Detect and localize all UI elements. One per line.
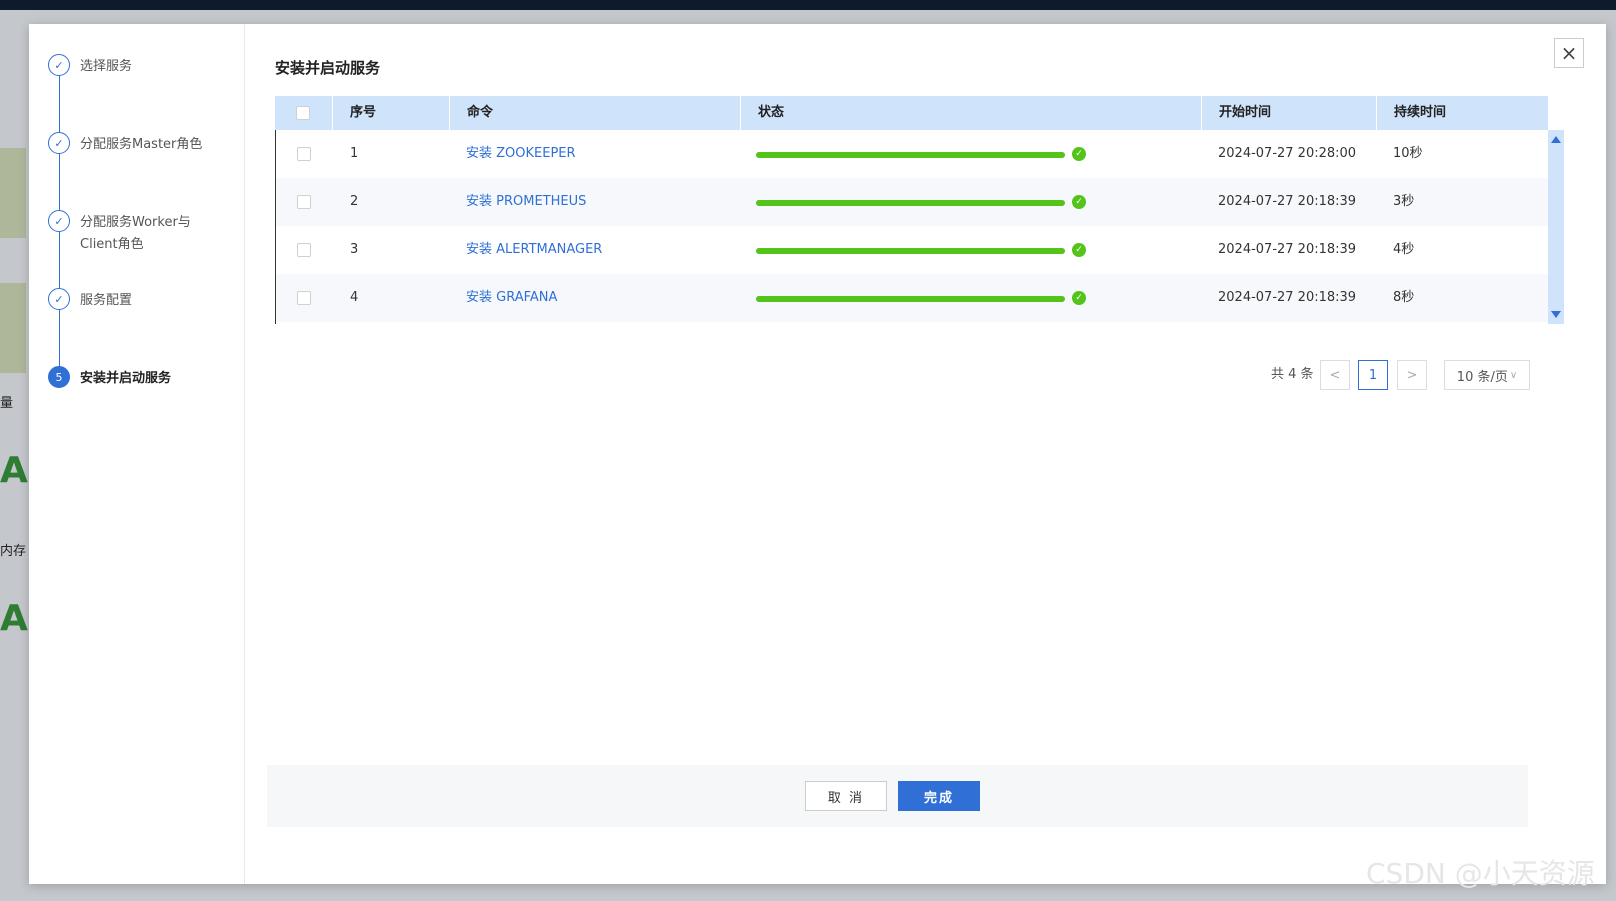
progress-bar — [756, 200, 1065, 206]
step-label: 分配服务Worker与Client角色 — [80, 215, 191, 252]
table-row: 2 安装 PROMETHEUS ✓ 2024-07-27 20:18:39 3秒 — [276, 178, 1549, 226]
wizard-steps: ✓ 选择服务 ✓ 分配服务Master角色 ✓ 分配服务Worker与Clien… — [29, 24, 245, 884]
table-row: 4 安装 GRAFANA ✓ 2024-07-27 20:18:39 8秒 — [276, 274, 1549, 322]
app-top-bar — [0, 0, 1616, 10]
chevron-right-icon: > — [1406, 367, 1418, 383]
table-row: 1 安装 ZOOKEEPER ✓ 2024-07-27 20:28:00 10秒 — [276, 130, 1549, 178]
row-duration: 8秒 — [1393, 290, 1415, 305]
step-connector — [59, 232, 60, 290]
success-check-icon: ✓ — [1072, 195, 1086, 209]
command-link[interactable]: 安装 ZOOKEEPER — [466, 130, 576, 178]
row-start-time: 2024-07-27 20:18:39 — [1218, 290, 1357, 305]
dialog-title: 安装并启动服务 — [275, 59, 381, 77]
total-count: 共 4 条 — [1271, 367, 1314, 382]
row-index: 1 — [350, 146, 359, 161]
row-start-time: 2024-07-27 20:18:39 — [1218, 194, 1357, 209]
step-label: 安装并启动服务 — [80, 371, 172, 386]
step-label: 选择服务 — [80, 59, 133, 74]
row-index: 4 — [350, 290, 359, 305]
progress-fill — [756, 248, 1065, 254]
row-checkbox[interactable] — [297, 195, 311, 209]
scroll-up-icon[interactable] — [1551, 136, 1561, 143]
progress-fill — [756, 296, 1065, 302]
page-1-button[interactable]: 1 — [1358, 360, 1388, 390]
header-duration: 持续时间 — [1376, 96, 1548, 130]
header-select-cell — [275, 96, 332, 130]
chevron-down-icon: ∨ — [1509, 369, 1518, 381]
close-button[interactable]: × — [1554, 38, 1584, 68]
step-connector — [59, 310, 60, 368]
table-scrollbar[interactable] — [1548, 130, 1564, 324]
close-icon: × — [1560, 41, 1578, 65]
table-header: 序号 命令 状态 开始时间 持续时间 — [275, 96, 1548, 130]
header-start-time: 开始时间 — [1201, 96, 1376, 130]
step-number: 5 — [48, 366, 70, 388]
header-command: 命令 — [449, 96, 740, 130]
progress-bar — [756, 248, 1065, 254]
scroll-down-icon[interactable] — [1551, 311, 1561, 318]
pagination-total: 共 4 条 — [1271, 360, 1314, 392]
select-all-checkbox[interactable] — [296, 106, 310, 120]
background-metric: A — [0, 450, 28, 491]
command-link[interactable]: 安装 GRAFANA — [466, 274, 557, 322]
success-check-icon: ✓ — [1072, 147, 1086, 161]
progress-fill — [756, 200, 1065, 206]
row-start-time: 2024-07-27 20:28:00 — [1218, 146, 1357, 161]
row-checkbox[interactable] — [297, 243, 311, 257]
row-duration: 10秒 — [1393, 146, 1423, 161]
background-chart-bar — [0, 283, 26, 373]
check-icon: ✓ — [48, 288, 70, 310]
background-metric: A — [0, 598, 28, 639]
step-connector — [59, 76, 60, 134]
step-label: 服务配置 — [80, 293, 133, 308]
next-page-button[interactable]: > — [1397, 360, 1427, 390]
row-checkbox[interactable] — [297, 291, 311, 305]
row-index: 2 — [350, 194, 359, 209]
row-start-time: 2024-07-27 20:18:39 — [1218, 242, 1357, 257]
background-label: 内存 — [0, 544, 27, 559]
progress-bar — [756, 296, 1065, 302]
row-duration: 4秒 — [1393, 242, 1415, 257]
step-connector — [59, 154, 60, 212]
header-index: 序号 — [332, 96, 449, 130]
install-wizard-dialog: ✓ 选择服务 ✓ 分配服务Master角色 ✓ 分配服务Worker与Clien… — [29, 24, 1606, 884]
background-chart-bar — [0, 148, 26, 238]
command-link[interactable]: 安装 PROMETHEUS — [466, 178, 586, 226]
table-row: 3 安装 ALERTMANAGER ✓ 2024-07-27 20:18:39 … — [276, 226, 1549, 274]
command-link[interactable]: 安装 ALERTMANAGER — [466, 226, 602, 274]
header-status: 状态 — [740, 96, 1201, 130]
background-label: 量 — [0, 396, 14, 411]
watermark: CSDN @小天资源 — [1366, 857, 1595, 890]
cancel-button[interactable]: 取 消 — [805, 781, 887, 811]
prev-page-button[interactable]: < — [1320, 360, 1350, 390]
page-size-value: 10 条/页 — [1456, 369, 1508, 385]
finish-button[interactable]: 完成 — [898, 781, 980, 811]
step-label: 分配服务Master角色 — [80, 137, 203, 152]
row-duration: 3秒 — [1393, 194, 1415, 209]
row-index: 3 — [350, 242, 359, 257]
dialog-footer: 取 消 完成 — [267, 765, 1528, 827]
check-icon: ✓ — [48, 54, 70, 76]
chevron-left-icon: < — [1329, 367, 1341, 383]
check-icon: ✓ — [48, 132, 70, 154]
page-size-select[interactable]: 10 条/页 ∨ — [1444, 360, 1530, 390]
table-body: 1 安装 ZOOKEEPER ✓ 2024-07-27 20:28:00 10秒… — [275, 130, 1549, 324]
progress-bar — [756, 152, 1065, 158]
row-checkbox[interactable] — [297, 147, 311, 161]
success-check-icon: ✓ — [1072, 291, 1086, 305]
success-check-icon: ✓ — [1072, 243, 1086, 257]
check-icon: ✓ — [48, 210, 70, 232]
progress-fill — [756, 152, 1065, 158]
